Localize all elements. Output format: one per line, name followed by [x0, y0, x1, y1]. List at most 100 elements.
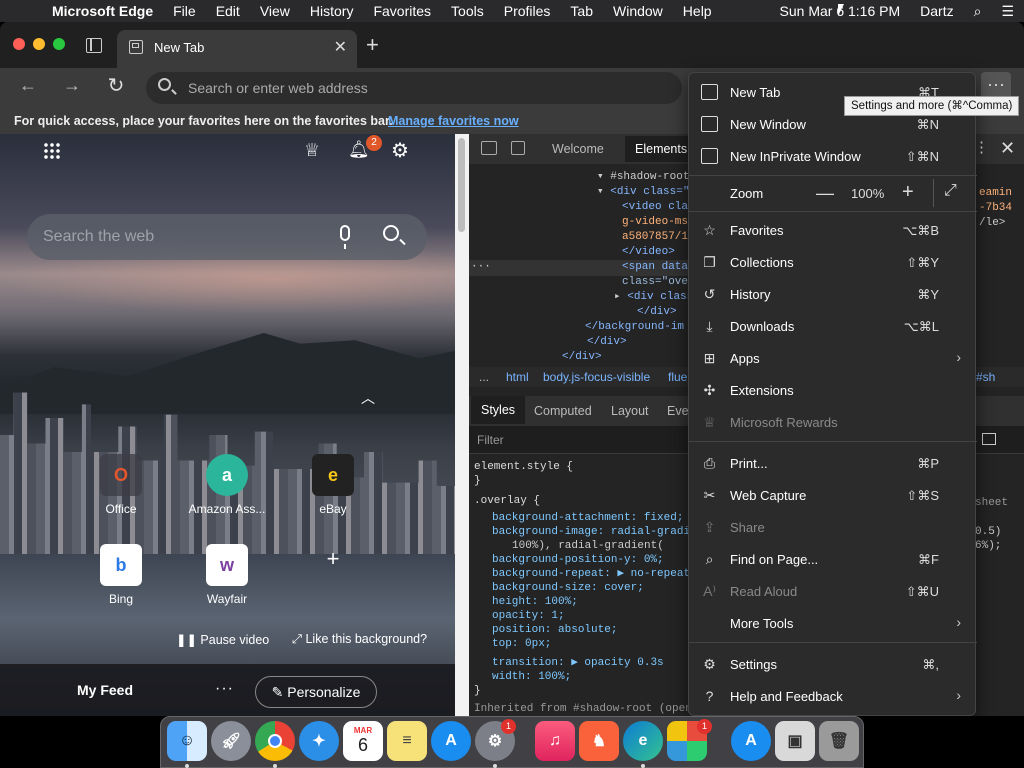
- feed-more-button[interactable]: ···: [215, 680, 234, 698]
- dom-line[interactable]: </div>: [637, 305, 677, 320]
- chrome-icon[interactable]: [255, 721, 295, 761]
- new-tab-button[interactable]: +: [366, 32, 379, 58]
- css-declaration[interactable]: background-position-y: 0%;: [492, 553, 664, 568]
- menu-item-collections[interactable]: ❐ Collections ⇧⌘Y: [689, 246, 977, 278]
- css-declaration[interactable]: width: 100%;: [492, 670, 571, 685]
- menu-item-favorites[interactable]: ☆ Favorites ⌥⌘B: [689, 214, 977, 246]
- dom-line[interactable]: ▾ #shadow-root: [597, 170, 689, 185]
- tab-event-listeners[interactable]: Eve: [667, 404, 689, 418]
- pause-video-button[interactable]: ❚❚ Pause video: [176, 632, 269, 647]
- inspect-element-icon[interactable]: [481, 141, 497, 155]
- notes-icon[interactable]: ≡: [387, 721, 427, 761]
- search-icon[interactable]: [383, 225, 399, 241]
- zoom-out-button[interactable]: —: [816, 183, 834, 204]
- dom-line[interactable]: </div>: [562, 350, 602, 365]
- control-center-icon[interactable]: ☰: [991, 3, 1024, 20]
- spotlight-icon[interactable]: ⌕: [964, 3, 992, 20]
- app-store-icon-2[interactable]: A: [731, 721, 771, 761]
- fullscreen-button[interactable]: ⤢: [944, 182, 957, 200]
- menu-window[interactable]: Window: [603, 3, 673, 19]
- breadcrumb-html[interactable]: html: [506, 370, 529, 384]
- close-tab-icon[interactable]: ✕: [334, 37, 347, 57]
- tab-layout[interactable]: Layout: [611, 404, 649, 418]
- menu-view[interactable]: View: [250, 3, 300, 19]
- breadcrumb-shadow[interactable]: #sh: [976, 370, 995, 384]
- preview-icon[interactable]: ▣: [775, 721, 815, 761]
- menu-item-help-and-feedback[interactable]: ? Help and Feedback ›: [689, 680, 977, 712]
- quick-link-ebay[interactable]: e eBay: [290, 454, 376, 516]
- music-icon[interactable]: ♫: [535, 721, 575, 761]
- css-declaration[interactable]: height: 100%;: [492, 595, 578, 610]
- menu-item-extensions[interactable]: ✣ Extensions: [689, 374, 977, 406]
- chevron-up-icon[interactable]: ︿: [361, 388, 375, 408]
- tab-new-tab[interactable]: New Tab ✕: [117, 30, 357, 68]
- menu-item-print[interactable]: ⎙ Print... ⌘P: [689, 447, 977, 479]
- menu-history[interactable]: History: [300, 3, 364, 19]
- menu-item-history[interactable]: ↺ History ⌘Y: [689, 278, 977, 310]
- menu-item-find-on-page[interactable]: ⌕ Find on Page... ⌘F: [689, 543, 977, 575]
- css-declaration[interactable]: background-repeat: ▶ no-repeat: [492, 567, 690, 582]
- menu-tab[interactable]: Tab: [560, 3, 603, 19]
- css-declaration[interactable]: background-size: cover;: [492, 581, 644, 596]
- close-devtools-icon[interactable]: ✕: [1000, 138, 1015, 159]
- zoom-in-button[interactable]: +: [902, 181, 914, 204]
- calendar-icon[interactable]: MAR 6: [343, 721, 383, 761]
- quick-link-wayfair[interactable]: w Wayfair: [184, 544, 270, 606]
- dom-line[interactable]: <video cla: [622, 200, 688, 215]
- personalize-button[interactable]: ✎ Personalize: [255, 676, 377, 708]
- menu-item-downloads[interactable]: ⤓ Downloads ⌥⌘L: [689, 310, 977, 342]
- css-declaration[interactable]: background-image: radial-gradi: [492, 525, 690, 540]
- css-declaration[interactable]: top: 0px;: [492, 637, 551, 652]
- like-background-button[interactable]: ⤢ Like this background?: [292, 632, 427, 647]
- css-declaration[interactable]: opacity: 1;: [492, 609, 565, 624]
- brave-icon[interactable]: ♞: [579, 721, 619, 761]
- finder-icon[interactable]: ☺: [167, 721, 207, 761]
- menu-favorites[interactable]: Favorites: [363, 3, 441, 19]
- quick-link-office[interactable]: O Office: [78, 454, 164, 516]
- menu-item-more-tools[interactable]: More Tools ›: [689, 607, 977, 639]
- tab-computed[interactable]: Computed: [534, 404, 592, 418]
- web-search-box[interactable]: Search the web: [27, 214, 427, 260]
- device-emulation-icon[interactable]: [511, 141, 525, 155]
- devtools-tab-elements[interactable]: Elements: [625, 136, 698, 162]
- rewards-icon[interactable]: ♕: [304, 140, 320, 161]
- menu-profiles[interactable]: Profiles: [494, 3, 561, 19]
- launchpad-icon[interactable]: 🚀︎: [211, 721, 251, 761]
- menu-item-new-inprivate-window[interactable]: New InPrivate Window ⇧⌘N: [689, 140, 977, 172]
- css-source-link[interactable]: sheet: [975, 496, 1008, 511]
- menu-item-apps[interactable]: ⊞ Apps ›: [689, 342, 977, 374]
- menu-user[interactable]: Dartz: [910, 3, 963, 19]
- devtools-tab-welcome[interactable]: Welcome: [552, 142, 604, 156]
- page-scrollbar-thumb[interactable]: [458, 138, 465, 232]
- app-launcher-icon[interactable]: [43, 142, 61, 160]
- zoom-window-button[interactable]: [53, 38, 65, 50]
- app-store-icon[interactable]: A: [431, 721, 471, 761]
- manage-favorites-link[interactable]: Manage favorites now: [388, 114, 519, 128]
- breadcrumb-fluent[interactable]: flue: [668, 370, 687, 384]
- quick-link-bing[interactable]: b Bing: [78, 544, 164, 606]
- dom-line[interactable]: ▾ <div class=": [597, 185, 689, 200]
- tab-actions-icon[interactable]: [86, 38, 102, 53]
- menu-tools[interactable]: Tools: [441, 3, 494, 19]
- menu-item-settings[interactable]: ⚙ Settings ⌘,: [689, 648, 977, 680]
- microphone-icon[interactable]: [340, 225, 350, 249]
- css-declaration[interactable]: background-attachment: fixed;: [492, 511, 683, 526]
- breadcrumb-more[interactable]: ...: [479, 370, 489, 384]
- add-quick-link-button[interactable]: +: [290, 546, 376, 572]
- my-feed-tab[interactable]: My Feed: [77, 682, 133, 698]
- quick-link-amazon-assistant[interactable]: a Amazon Ass...: [184, 454, 270, 516]
- css-declaration[interactable]: transition: ▶ opacity 0.3s: [492, 656, 664, 671]
- forward-button[interactable]: →: [59, 75, 85, 96]
- toggle-sidebar-icon[interactable]: [982, 433, 996, 445]
- edge-icon[interactable]: e: [623, 721, 663, 761]
- dom-line[interactable]: </div>: [587, 335, 627, 350]
- menu-item-web-capture[interactable]: ✂ Web Capture ⇧⌘S: [689, 479, 977, 511]
- back-button[interactable]: ←: [15, 75, 41, 96]
- menu-help[interactable]: Help: [673, 3, 722, 19]
- refresh-button[interactable]: ↻: [103, 73, 129, 98]
- dom-line[interactable]: </video>: [622, 245, 675, 260]
- safari-icon[interactable]: ✦: [299, 721, 339, 761]
- dom-line[interactable]: </background-im: [585, 320, 684, 335]
- css-declaration[interactable]: position: absolute;: [492, 623, 617, 638]
- tab-styles[interactable]: Styles: [471, 396, 526, 424]
